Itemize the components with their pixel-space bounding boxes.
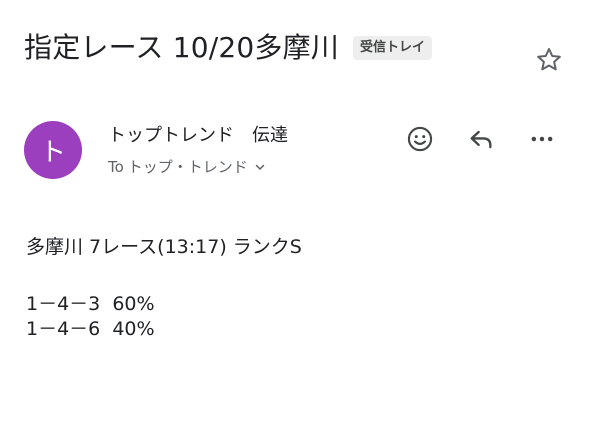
sender-name[interactable]: トップトレンド 伝達 bbox=[108, 121, 288, 147]
email-body: 多摩川 7レース(13:17) ランクS 1－4－3 60% 1－4－6 40% bbox=[26, 235, 302, 342]
smiley-icon[interactable] bbox=[400, 120, 440, 158]
email-subject: 指定レース 10/20多摩川 bbox=[24, 31, 339, 64]
star-icon[interactable] bbox=[532, 43, 566, 77]
more-icon[interactable] bbox=[522, 120, 562, 158]
to-prefix: To bbox=[108, 157, 124, 176]
body-line-race: 多摩川 7レース(13:17) ランクS bbox=[26, 236, 302, 258]
body-line-pick-1: 1－4－3 60% bbox=[26, 293, 155, 315]
recipient-name: トップ・トレンド bbox=[127, 158, 248, 176]
recipient-details-toggle[interactable]: To トップ・トレンド bbox=[108, 156, 266, 177]
message-actions bbox=[400, 120, 562, 158]
subject-row: 指定レース 10/20多摩川 受信トレイ bbox=[24, 30, 433, 66]
body-line-pick-2: 1－4－6 40% bbox=[26, 318, 155, 340]
chevron-down-icon[interactable] bbox=[254, 161, 266, 173]
inbox-label-chip[interactable]: 受信トレイ bbox=[353, 36, 433, 60]
reply-icon[interactable] bbox=[461, 120, 501, 158]
avatar[interactable]: ト bbox=[24, 121, 82, 179]
